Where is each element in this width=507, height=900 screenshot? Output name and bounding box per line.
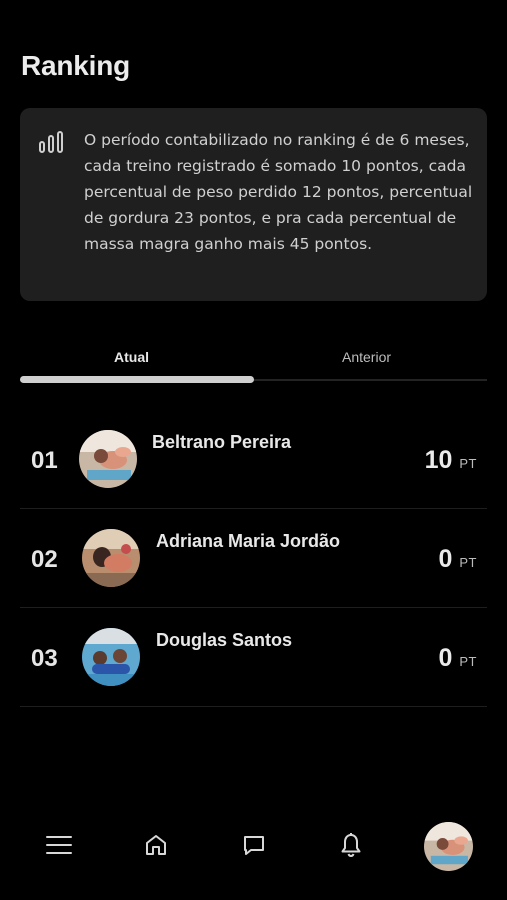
ranking-list: 01 Beltrano Pereira 10 PT 02 Adriana Mar… — [20, 410, 487, 707]
rank-position: 02 — [31, 546, 58, 573]
home-icon[interactable] — [141, 830, 171, 860]
score-value: 0 — [438, 644, 453, 672]
ranking-info-text: O período contabilizado no ranking é de … — [84, 131, 473, 253]
rank-position: 01 — [31, 447, 58, 474]
ranking-row[interactable]: 01 Beltrano Pereira 10 PT — [20, 410, 487, 509]
user-name: Douglas Santos — [156, 630, 293, 650]
tab-active-indicator — [20, 376, 254, 383]
bottom-navigation — [0, 818, 507, 878]
page-title: Ranking — [21, 50, 131, 81]
user-name: Beltrano Pereira — [152, 432, 292, 452]
score-unit: PT — [459, 555, 477, 570]
ranking-row[interactable]: 02 Adriana Maria Jordão 0 PT — [20, 509, 487, 608]
ranking-row[interactable]: 03 Douglas Santos 0 PT — [20, 608, 487, 707]
user-name: Adriana Maria Jordão — [156, 531, 341, 551]
score-value: 0 — [438, 545, 453, 573]
rank-position: 03 — [31, 645, 58, 672]
ranking-tabs: Atual Anterior — [20, 340, 487, 384]
tab-atual[interactable]: Atual — [114, 349, 149, 365]
bell-icon[interactable] — [336, 830, 366, 860]
score-unit: PT — [459, 654, 477, 669]
score-unit: PT — [459, 456, 477, 471]
user-score: 0 PT — [438, 545, 477, 574]
ranking-info-card: O período contabilizado no ranking é de … — [20, 108, 487, 301]
bar-chart-icon — [38, 130, 66, 154]
menu-icon[interactable] — [44, 830, 74, 860]
user-avatar — [82, 628, 140, 686]
chat-icon[interactable] — [239, 830, 269, 860]
score-value: 10 — [424, 446, 453, 474]
user-avatar — [79, 430, 137, 488]
profile-avatar[interactable] — [424, 822, 473, 871]
user-score: 0 PT — [438, 644, 477, 673]
user-score: 10 PT — [425, 446, 477, 475]
user-avatar — [82, 529, 140, 587]
tab-anterior[interactable]: Anterior — [342, 349, 391, 365]
